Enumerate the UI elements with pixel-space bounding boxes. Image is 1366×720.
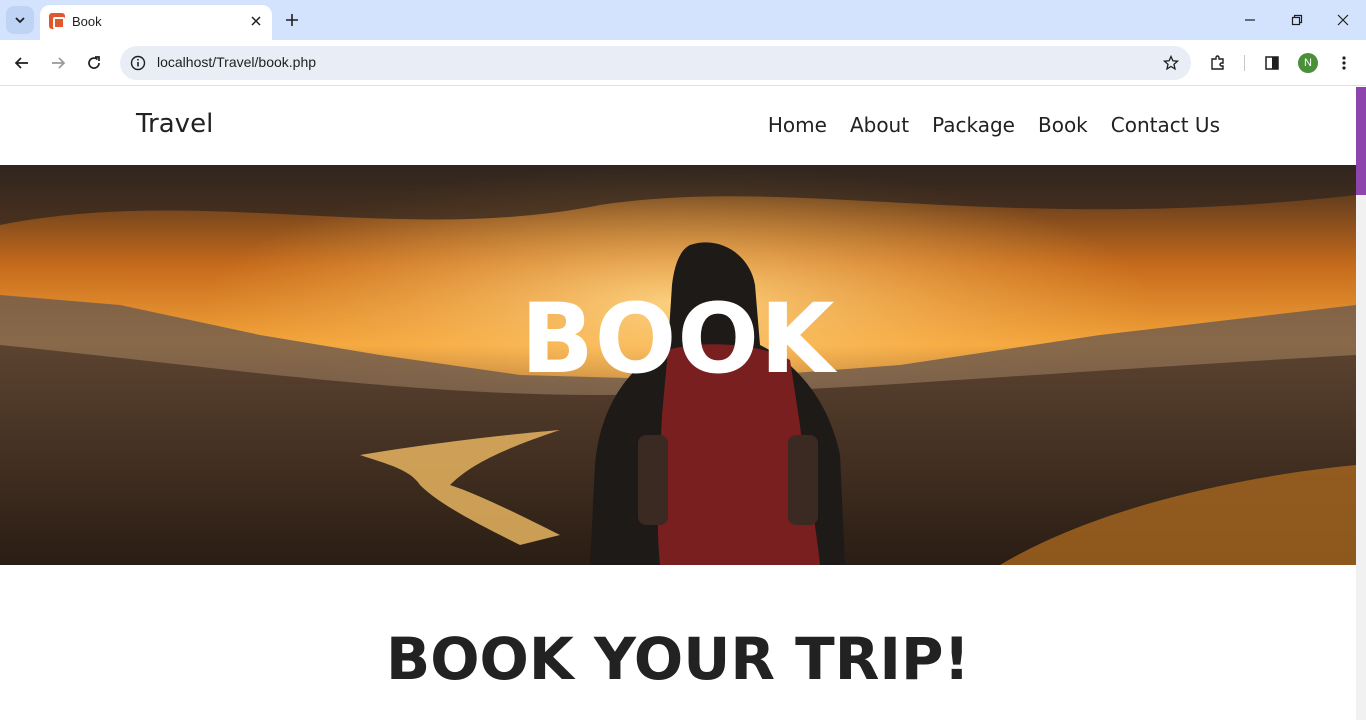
tab-strip: Book — [0, 0, 1366, 40]
arrow-left-icon — [14, 57, 28, 69]
menu-button[interactable] — [1330, 49, 1358, 77]
main-nav: Home About Package Book Contact Us — [768, 113, 1220, 137]
arrow-right-icon — [52, 57, 66, 69]
new-tab-button[interactable] — [280, 8, 304, 32]
forward-button[interactable] — [44, 49, 72, 77]
side-panel-icon — [1265, 56, 1279, 70]
bookmark-star-icon[interactable] — [1161, 53, 1181, 73]
page-scrollbar[interactable] — [1356, 87, 1366, 720]
hero-banner: BOOK — [0, 165, 1356, 565]
tab-search-button[interactable] — [6, 6, 34, 34]
book-trip-heading: BOOK YOUR TRIP! — [386, 625, 970, 693]
nav-about[interactable]: About — [850, 113, 909, 137]
side-panel-button[interactable] — [1258, 49, 1286, 77]
restore-button[interactable] — [1285, 8, 1309, 32]
site-info-icon[interactable] — [128, 53, 148, 73]
nav-book[interactable]: Book — [1038, 113, 1088, 137]
browser-toolbar: localhost/Travel/book.php N — [0, 40, 1366, 86]
close-icon — [251, 16, 261, 26]
hero-title: BOOK — [520, 283, 836, 395]
restore-icon — [1291, 14, 1303, 26]
nav-contact-us[interactable]: Contact Us — [1111, 113, 1220, 137]
reload-icon — [88, 56, 100, 69]
back-button[interactable] — [8, 49, 36, 77]
site-header: Travel Home About Package Book Contact U… — [0, 87, 1356, 165]
close-icon — [1337, 14, 1349, 26]
nav-package[interactable]: Package — [932, 113, 1015, 137]
tab-close-button[interactable] — [246, 11, 266, 31]
url-text[interactable]: localhost/Travel/book.php — [157, 54, 316, 70]
tab-title: Book — [72, 14, 102, 29]
page-viewport: Travel Home About Package Book Contact U… — [0, 87, 1356, 720]
kebab-menu-icon — [1342, 56, 1346, 70]
xampp-favicon-icon — [49, 13, 65, 29]
profile-avatar[interactable]: N — [1298, 53, 1318, 73]
address-bar[interactable]: localhost/Travel/book.php — [120, 46, 1191, 80]
puzzle-icon — [1211, 55, 1224, 70]
plus-icon — [286, 14, 298, 26]
reload-button[interactable] — [80, 49, 108, 77]
close-window-button[interactable] — [1331, 8, 1355, 32]
site-logo[interactable]: Travel — [136, 109, 213, 139]
toolbar-separator — [1244, 55, 1245, 71]
browser-tab-book[interactable]: Book — [40, 5, 272, 40]
extensions-button[interactable] — [1204, 49, 1232, 77]
minimize-button[interactable] — [1238, 8, 1262, 32]
minimize-icon — [1245, 19, 1255, 21]
nav-home[interactable]: Home — [768, 113, 827, 137]
scrollbar-thumb[interactable] — [1356, 87, 1366, 195]
chevron-down-icon — [15, 17, 25, 24]
